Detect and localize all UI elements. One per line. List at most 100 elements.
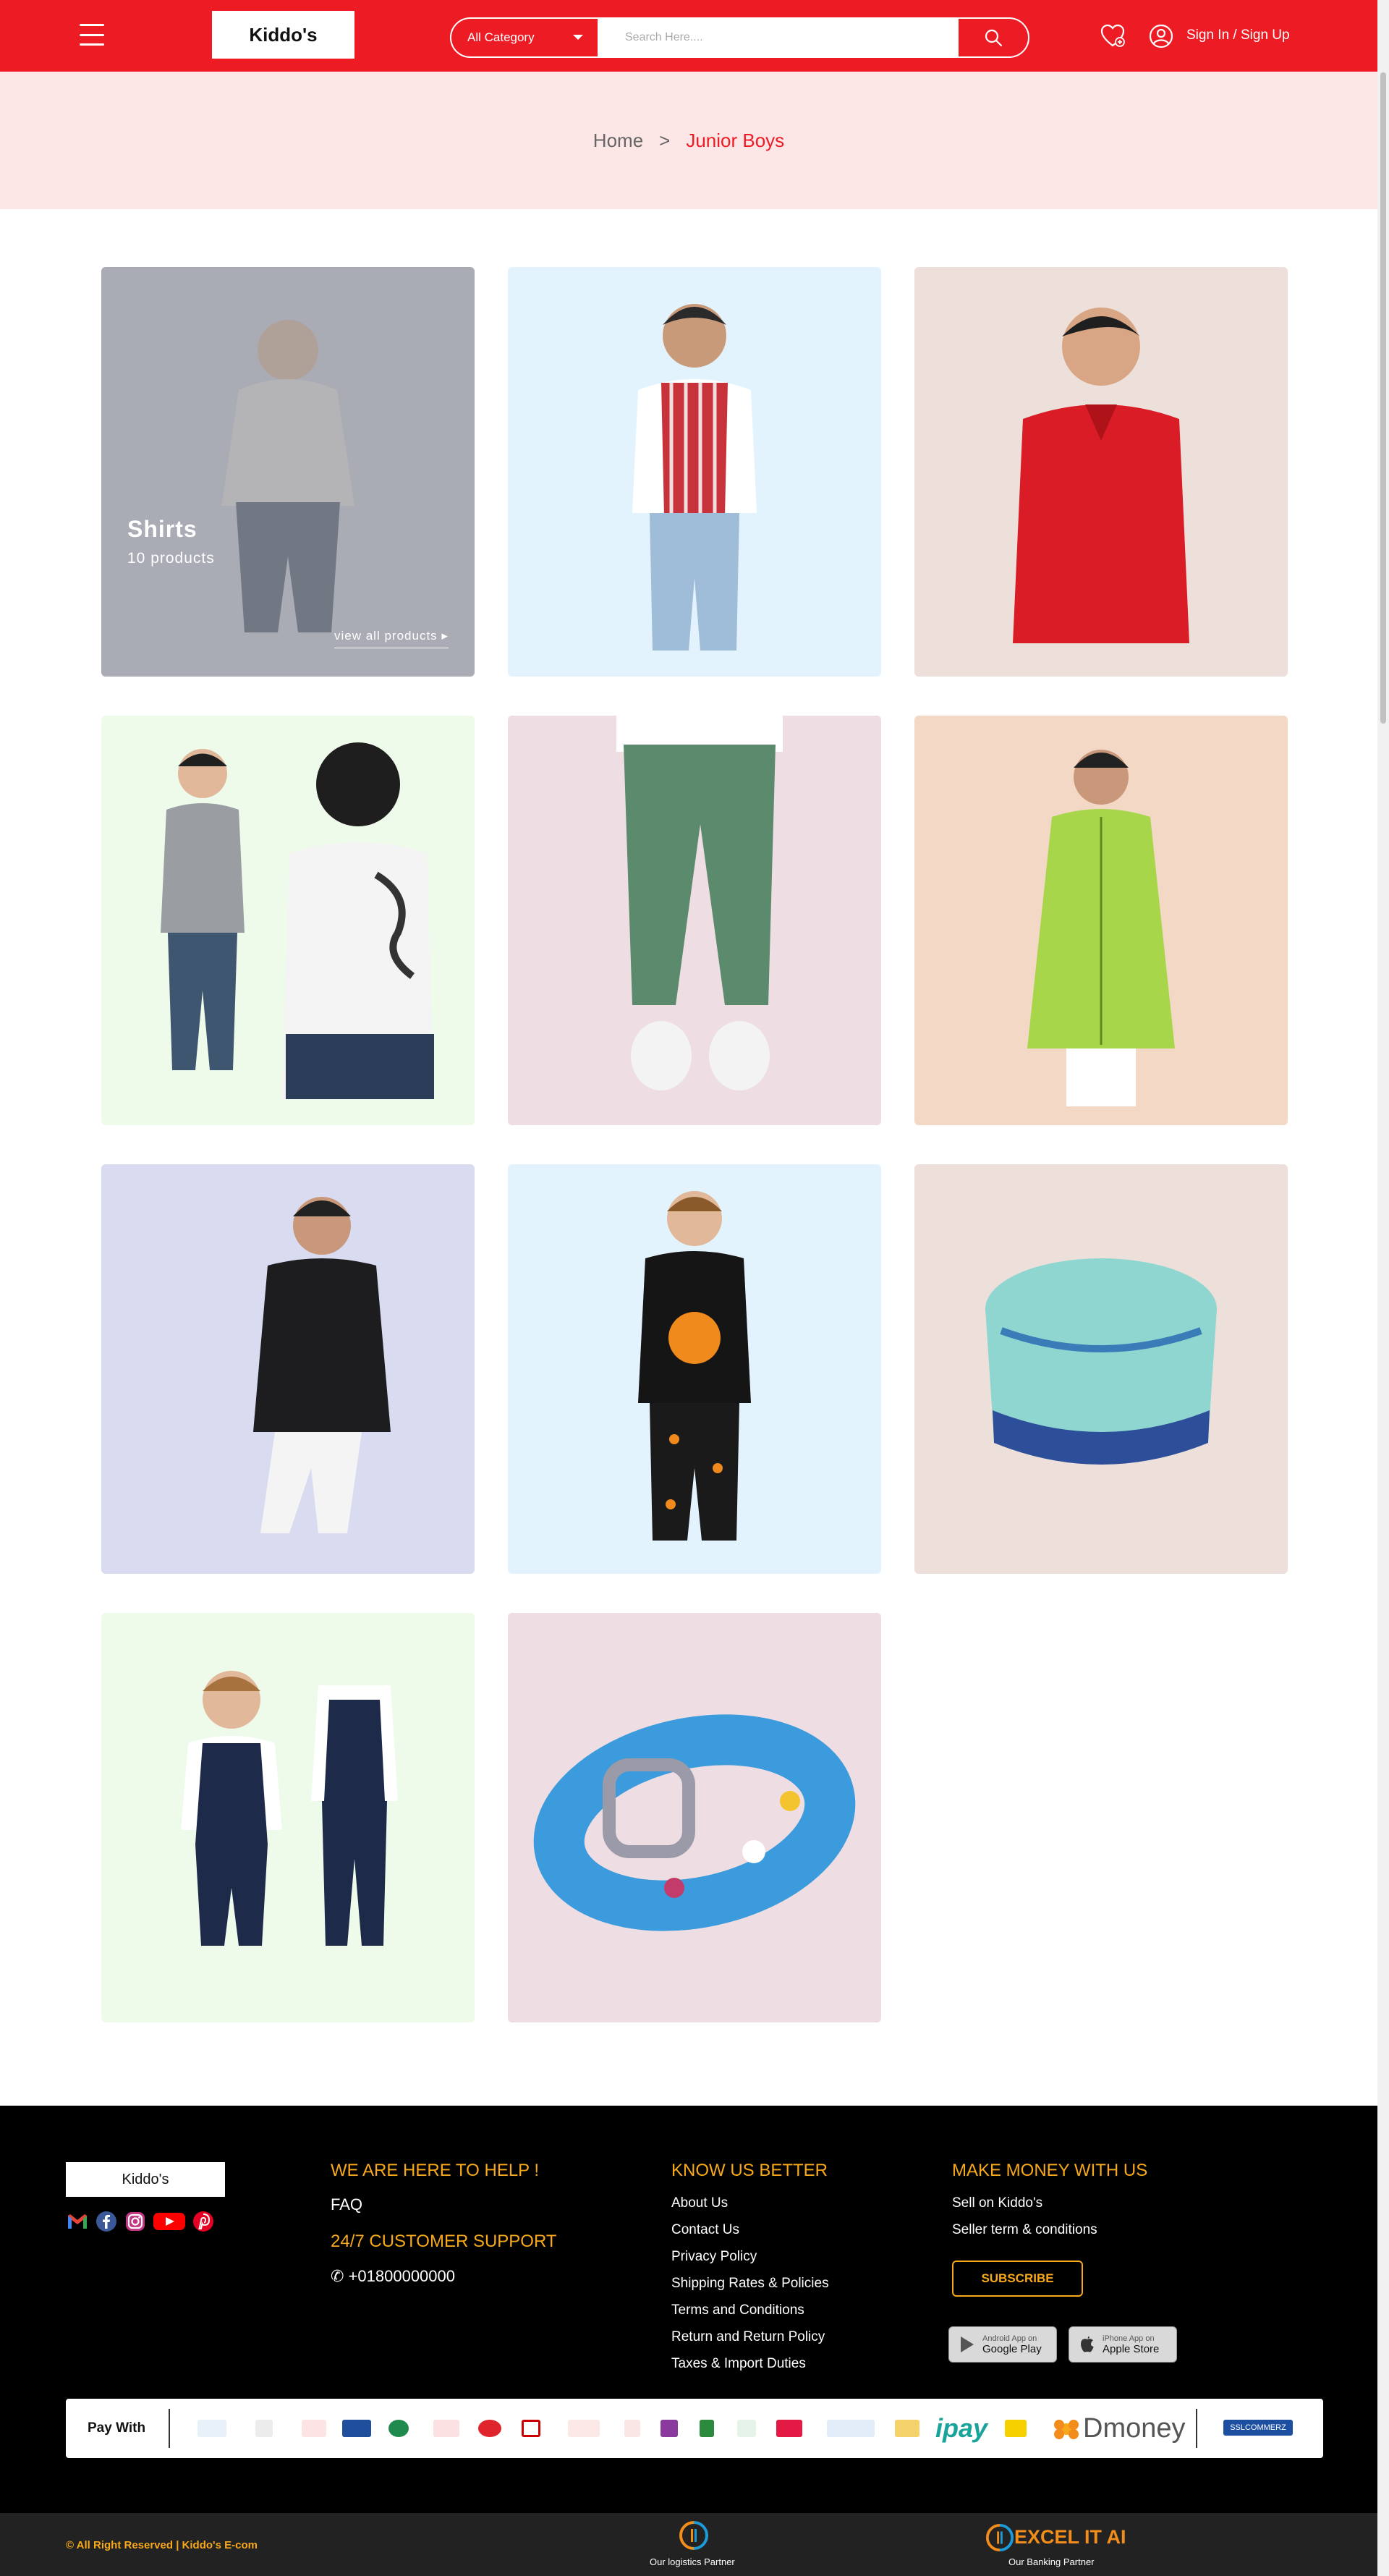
page-scrollbar[interactable] [1377, 0, 1389, 2576]
site-logo[interactable]: Kiddo's [212, 11, 354, 59]
black-panjabi-photo [101, 1164, 475, 1574]
banking-partner-label: Our Banking Partner [1008, 2556, 1095, 2567]
copyright-text: © All Right Reserved | Kiddo's E-com [66, 2539, 258, 2551]
boys-vest-suit-photo [101, 1613, 475, 2022]
facebook-icon[interactable] [95, 2210, 118, 2233]
excel-text: EXCEL IT AI [1014, 2526, 1126, 2548]
view-all-products-link[interactable]: view all products ▸ [334, 629, 449, 648]
joggers-photo [508, 716, 881, 1125]
gmail-icon[interactable] [66, 2210, 89, 2233]
chevron-right-icon: ▸ [441, 629, 449, 643]
bank-logo [660, 2420, 678, 2437]
footer-link-return[interactable]: Return and Return Policy [671, 2329, 825, 2345]
user-icon[interactable] [1148, 23, 1174, 49]
footer-logo[interactable]: Kiddo's [66, 2162, 225, 2197]
logistics-partner-logo [679, 2521, 708, 2550]
dmoney-flower-icon [1054, 2420, 1079, 2439]
breadcrumb-current: Junior Boys [686, 129, 785, 151]
apple-store-button[interactable]: iPhone App on Apple Store [1069, 2326, 1177, 2363]
banking-partner-logo: EXCEL IT AI [1014, 2526, 1126, 2549]
scrollbar-thumb[interactable] [1380, 72, 1386, 724]
wishlist-icon[interactable] [1100, 23, 1126, 49]
footer-link-contact[interactable]: Contact Us [671, 2222, 739, 2238]
menu-icon[interactable] [80, 24, 104, 46]
divider [1196, 2409, 1197, 2448]
ipay-logo: ipay [935, 2413, 988, 2443]
sslcommerz-logo: SSLCOMMERZ [1223, 2420, 1293, 2436]
search-input[interactable] [599, 19, 959, 56]
breadcrumb-separator: > [659, 129, 671, 151]
signin-link[interactable]: Sign In / Sign Up [1186, 27, 1290, 43]
bank-logo [776, 2420, 802, 2437]
footer: Kiddo's WE ARE HERE TO HELP ! FAQ 24/7 C… [0, 2106, 1377, 2513]
dmoney-logo: Dmoney [1083, 2413, 1186, 2444]
footer-link-privacy[interactable]: Privacy Policy [671, 2249, 757, 2265]
help-heading: WE ARE HERE TO HELP ! [331, 2161, 540, 2180]
category-card[interactable] [101, 1164, 475, 1574]
category-select[interactable]: All Category [451, 19, 599, 56]
card-overlay [101, 267, 475, 677]
subscribe-button[interactable]: SUBSCRIBE [952, 2261, 1083, 2297]
google-play-button[interactable]: Android App on Google Play [948, 2326, 1057, 2363]
category-card[interactable] [914, 716, 1288, 1125]
wallet-logo [1005, 2420, 1027, 2437]
breadcrumb-home[interactable]: Home [593, 130, 643, 152]
green-panjabi-photo [914, 716, 1288, 1125]
bank-logo [478, 2420, 501, 2437]
apple-store-big: Apple Store [1103, 2342, 1160, 2355]
footer-link-terms[interactable]: Terms and Conditions [671, 2302, 804, 2318]
google-play-small: Android App on [982, 2334, 1037, 2343]
phone-number[interactable]: ✆ +01800000000 [331, 2267, 455, 2286]
view-all-label: view all products [334, 629, 438, 643]
bank-logo [737, 2420, 756, 2437]
halloween-pajama-photo [508, 1164, 881, 1574]
google-play-icon [961, 2336, 974, 2352]
phone-icon: ✆ [331, 2267, 344, 2285]
bank-logo [388, 2420, 409, 2437]
support-heading: 24/7 CUSTOMER SUPPORT [331, 2232, 557, 2251]
category-card[interactable] [914, 1164, 1288, 1574]
google-play-big: Google Play [982, 2342, 1042, 2355]
bank-logo [197, 2420, 226, 2437]
search-button[interactable] [959, 19, 1028, 56]
category-card-shirts[interactable]: Shirts 10 products view all products ▸ [101, 267, 475, 677]
apple-icon [1081, 2336, 1094, 2352]
boys-printed-shirts-photo [101, 716, 475, 1125]
boy-vest-photo [508, 267, 881, 677]
banking-partner-mark [985, 2523, 1014, 2552]
pay-with-label: Pay With [88, 2420, 146, 2436]
instagram-icon[interactable] [124, 2210, 147, 2233]
category-card[interactable] [101, 1613, 475, 2022]
kids-belt-photo [508, 1613, 881, 2022]
apple-store-small: iPhone App on [1103, 2334, 1155, 2343]
bank-logo [255, 2420, 273, 2437]
phone-text: +01800000000 [348, 2267, 455, 2285]
category-card[interactable] [508, 716, 881, 1125]
footer-link-sell[interactable]: Sell on Kiddo's [952, 2195, 1042, 2211]
category-card[interactable] [508, 1613, 881, 2022]
payment-methods-bar: Pay With ipay Dmoney SSLCOMMERZ [66, 2399, 1323, 2458]
bank-logo [302, 2420, 326, 2437]
bank-logo [522, 2420, 540, 2437]
divider [169, 2409, 170, 2448]
chevron-down-icon [573, 35, 583, 40]
prayer-cap-photo [914, 1164, 1288, 1574]
faq-link[interactable]: FAQ [331, 2195, 362, 2214]
bank-logo [895, 2420, 919, 2437]
pinterest-icon[interactable] [192, 2210, 215, 2233]
search-bar: All Category [450, 17, 1029, 58]
bank-logo [342, 2420, 371, 2437]
footer-link-taxes[interactable]: Taxes & Import Duties [671, 2356, 806, 2372]
category-card[interactable] [508, 1164, 881, 1574]
footer-link-about[interactable]: About Us [671, 2195, 728, 2211]
money-heading: MAKE MONEY WITH US [952, 2161, 1148, 2180]
search-icon [985, 29, 1003, 47]
footer-link-seller-terms[interactable]: Seller term & conditions [952, 2222, 1097, 2238]
category-count: 10 products [127, 550, 215, 567]
youtube-icon[interactable] [153, 2210, 186, 2233]
category-card[interactable] [914, 267, 1288, 677]
category-card[interactable] [101, 716, 475, 1125]
footer-link-shipping[interactable]: Shipping Rates & Policies [671, 2276, 829, 2292]
bank-logo [433, 2420, 459, 2437]
category-card[interactable] [508, 267, 881, 677]
